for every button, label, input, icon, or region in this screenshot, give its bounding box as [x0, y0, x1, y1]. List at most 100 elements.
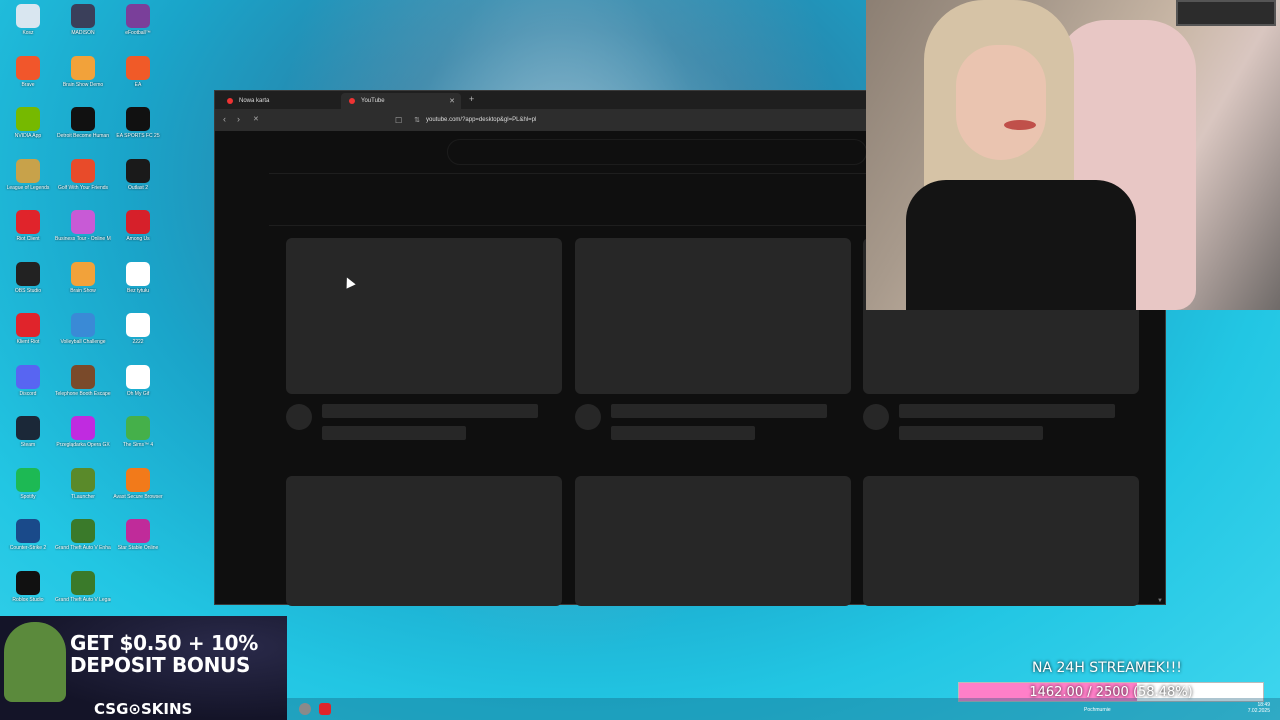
streamer-shirt: [906, 180, 1136, 310]
desktop-icon[interactable]: 2222: [110, 311, 166, 361]
desktop-icon[interactable]: Klient Riot: [0, 311, 56, 361]
desktop-icon-label: Klient Riot: [16, 339, 40, 345]
title-skeleton: [322, 404, 538, 418]
meta-skeleton: [322, 426, 466, 440]
desktop-icon[interactable]: The Sims™ 4: [110, 414, 166, 464]
video-card-skeleton[interactable]: [575, 476, 851, 606]
avatar-skeleton: [863, 404, 889, 430]
desktop-icon[interactable]: Outlast 2: [110, 157, 166, 207]
tab-nowa-karta[interactable]: Nowa karta: [219, 93, 339, 109]
bookmark-icon[interactable]: ☐: [395, 116, 402, 125]
desktop-icon-label: Discord: [19, 390, 37, 397]
game-icon: [126, 4, 150, 28]
address-url: youtube.com/?app=desktop&gl=PL&hl=pl: [426, 117, 537, 123]
stop-loading-button[interactable]: ✕: [253, 115, 259, 123]
desktop-icon-label: Volleyball Challenge: [60, 339, 106, 345]
desktop-icon-label: Detroit Become Human: [57, 133, 109, 139]
desktop-icon-label: Przeglądarka Opera GX: [56, 442, 110, 448]
meta-skeleton: [899, 426, 1043, 440]
file-icon: [126, 313, 150, 337]
desktop-icon[interactable]: EA SPORTS FC 25: [110, 105, 166, 155]
obs-icon: [16, 261, 40, 286]
desktop-icon-label: Steam: [20, 442, 36, 448]
desktop-icon[interactable]: TLauncher: [55, 466, 111, 516]
back-button[interactable]: ‹: [223, 114, 226, 124]
desktop-icon-grid: Kosz MADISON eFootball™ Brave Brain Show Dem…: [0, 0, 170, 615]
desktop-icon[interactable]: Riot Client: [0, 208, 56, 258]
new-tab-button[interactable]: +: [469, 94, 474, 104]
streamer-face: [956, 45, 1046, 160]
desktop-icon[interactable]: Brave: [0, 54, 56, 104]
desktop-icon-label: 2222: [132, 339, 144, 345]
desktop-icon-label: EA SPORTS FC 25: [116, 133, 160, 139]
desktop-icon-label: Kosz: [22, 30, 34, 36]
system-clock[interactable]: 18:49 7.02.2025: [1248, 702, 1270, 714]
desktop-icon[interactable]: Among Us: [110, 208, 166, 258]
settings-gear-icon[interactable]: [299, 703, 311, 715]
recycle-bin-icon: [16, 4, 40, 28]
game-icon: [126, 210, 150, 234]
youtube-favicon-icon: [349, 98, 355, 104]
desktop-icon-label: Brave: [21, 81, 35, 88]
desktop-icon-label: eFootball™: [125, 30, 151, 36]
game-icon: [126, 158, 150, 183]
nvidia-icon: [16, 107, 40, 131]
desktop-icon[interactable]: Oh My Gif: [110, 363, 166, 413]
video-card-skeleton[interactable]: [575, 238, 851, 440]
desktop-icon[interactable]: Kosz: [0, 2, 56, 52]
game-icon: [71, 364, 95, 389]
desktop-icon[interactable]: Star Stable Online: [110, 517, 166, 567]
desktop-icon-label: Riot Client: [16, 236, 40, 242]
scroll-down-arrow-icon[interactable]: ▼: [1157, 598, 1163, 604]
desktop-icon[interactable]: Discord: [0, 363, 56, 413]
game-icon: [71, 210, 95, 234]
desktop-icon[interactable]: NVIDIA App: [0, 105, 56, 155]
desktop-icon-label: Telephone Booth Escape From Hell: [55, 390, 111, 397]
video-card-skeleton[interactable]: [863, 476, 1139, 606]
video-card-skeleton[interactable]: [286, 476, 562, 606]
desktop-icon[interactable]: Spotify: [0, 466, 56, 516]
riot-icon: [16, 313, 40, 337]
wall-frame: [1176, 0, 1276, 26]
riot-client-taskbar-icon[interactable]: [319, 703, 331, 715]
desktop-icon[interactable]: Grand Theft Auto V Enhanced: [55, 517, 111, 567]
desktop-icon[interactable]: Roblox Studio: [0, 569, 56, 619]
desktop-icon[interactable]: MADISON: [55, 2, 111, 52]
site-info-icon[interactable]: ⇅: [414, 116, 420, 124]
desktop-icon[interactable]: Steam: [0, 414, 56, 464]
desktop-icon[interactable]: Brain Show: [55, 260, 111, 310]
desktop-icon[interactable]: eFootball™: [110, 2, 166, 52]
desktop-icon[interactable]: EA: [110, 54, 166, 104]
webcam-feed: [866, 0, 1280, 310]
desktop-icon[interactable]: Business Tour - Online Multipla...: [55, 208, 111, 258]
desktop-icon-label: Outlast 2: [127, 184, 148, 191]
desktop-icon-label: MADISON: [71, 30, 95, 36]
desktop-icon[interactable]: Detroit Become Human: [55, 105, 111, 155]
desktop-icon-label: Business Tour - Online Multipla...: [55, 236, 111, 242]
desktop-icon[interactable]: Grand Theft Auto V Legacy: [55, 569, 111, 619]
video-card-skeleton[interactable]: [286, 238, 562, 440]
desktop-icon[interactable]: Przeglądarka Opera GX: [55, 414, 111, 464]
desktop-icon[interactable]: Volleyball Challenge: [55, 311, 111, 361]
desktop-icon[interactable]: League of Legends: [0, 157, 56, 207]
desktop-icon-label: NVIDIA App: [14, 133, 42, 139]
game-icon: [71, 107, 95, 131]
tab-youtube[interactable]: YouTube ✕: [341, 93, 461, 109]
desktop-icon[interactable]: OBS Studio: [0, 260, 56, 310]
desktop-icon-label: Star Stable Online: [117, 545, 159, 551]
desktop-icon[interactable]: Counter-Strike 2: [0, 517, 56, 567]
desktop-icon[interactable]: Golf With Your Friends: [55, 157, 111, 207]
close-tab-icon[interactable]: ✕: [449, 97, 455, 105]
game-icon: [16, 519, 40, 543]
desktop-icon[interactable]: Telephone Booth Escape From Hell: [55, 363, 111, 413]
gta-icon: [71, 570, 95, 595]
desktop-icon[interactable]: Bez tytułu: [110, 260, 166, 310]
desktop-icon[interactable]: Avast Secure Browser: [110, 466, 166, 516]
desktop-icon-label: Grand Theft Auto V Legacy: [55, 596, 111, 603]
desktop-icon-label: Grand Theft Auto V Enhanced: [55, 545, 111, 551]
address-bar[interactable]: ☐ ⇅ youtube.com/?app=desktop&gl=PL&hl=pl: [395, 112, 840, 128]
forward-button[interactable]: ›: [237, 114, 240, 124]
desktop-icon-label: League of Legends: [6, 184, 50, 191]
desktop-icon[interactable]: Brain Show Demo: [55, 54, 111, 104]
desktop-icon-label: EA: [134, 81, 142, 88]
